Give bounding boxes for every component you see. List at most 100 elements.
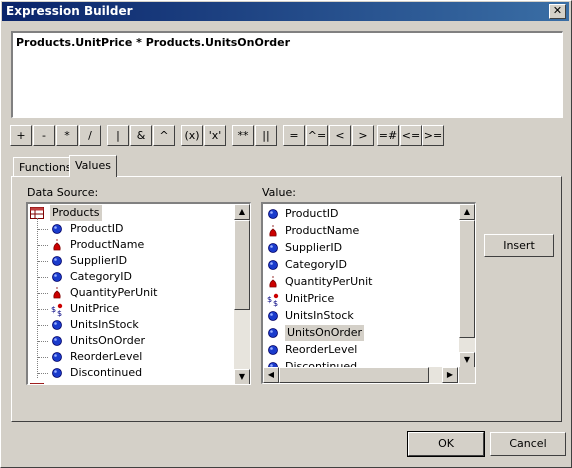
op-pipe-button[interactable]: | bbox=[107, 125, 129, 146]
op-equals-hash-button[interactable]: =# bbox=[377, 125, 399, 146]
op-greater-than-button[interactable]: > bbox=[352, 125, 374, 146]
tree-node-field[interactable]: $ $ UnitPrice bbox=[38, 301, 228, 318]
currency-field-icon: $ $ bbox=[267, 293, 279, 308]
scroll-up-button[interactable]: ▲ bbox=[459, 204, 475, 220]
close-button[interactable]: ✕ bbox=[549, 4, 566, 19]
svg-text:$: $ bbox=[267, 295, 272, 304]
numeric-field-icon bbox=[267, 310, 279, 322]
tree-node-field[interactable]: ProductName bbox=[38, 237, 228, 253]
value-item-label: ReorderLevel bbox=[285, 343, 358, 356]
numeric-field-icon bbox=[51, 335, 63, 347]
field-label: Discontinued bbox=[70, 366, 143, 379]
tree-branch-line bbox=[38, 341, 48, 342]
field-label: ReorderLevel bbox=[70, 350, 143, 363]
field-label: SupplierID bbox=[70, 254, 128, 267]
op-multiply-button[interactable]: * bbox=[56, 125, 78, 146]
tree-node-field[interactable]: ProductID bbox=[38, 221, 228, 237]
tree-node-field[interactable]: Discontinued bbox=[38, 365, 228, 381]
op-less-equal-button[interactable]: <= bbox=[400, 125, 422, 146]
value-item[interactable]: CategoryID bbox=[265, 257, 455, 273]
tree-branch-line bbox=[38, 293, 48, 294]
scroll-thumb[interactable] bbox=[234, 220, 250, 310]
scroll-up-button[interactable]: ▲ bbox=[234, 204, 250, 220]
numeric-field-icon bbox=[51, 351, 63, 363]
value-item[interactable]: UnitsOnOrder bbox=[265, 325, 455, 341]
numeric-field-icon bbox=[267, 327, 279, 339]
tree-node-field[interactable]: UnitsOnOrder bbox=[38, 333, 228, 349]
expression-text: Products.UnitPrice * Products.UnitsOnOrd… bbox=[16, 36, 291, 49]
scroll-left-button[interactable]: ◀ bbox=[263, 367, 279, 383]
scroll-thumb[interactable] bbox=[279, 367, 429, 383]
op-caret-button[interactable]: ^ bbox=[153, 125, 175, 146]
value-item-label: UnitsOnOrder bbox=[285, 325, 365, 341]
ok-button[interactable]: OK bbox=[407, 431, 485, 457]
svg-text:$: $ bbox=[57, 309, 62, 317]
field-label: UnitsInStock bbox=[70, 318, 139, 331]
tree-node-field[interactable]: ReorderLevel bbox=[38, 349, 228, 365]
tree-node-label: Products bbox=[50, 205, 102, 221]
data-source-tree[interactable]: Products ProductID ProductName SupplierID Ca… bbox=[26, 202, 251, 385]
op-power-button[interactable]: ** bbox=[232, 125, 254, 146]
op-greater-equal-button[interactable]: >= bbox=[422, 125, 444, 146]
data-source-label: Data Source: bbox=[27, 186, 99, 199]
tree-branch-line bbox=[38, 229, 48, 230]
value-item-label: UnitPrice bbox=[285, 292, 335, 305]
scroll-right-button[interactable]: ▶ bbox=[442, 367, 458, 383]
op-caret-equals-button[interactable]: ^= bbox=[306, 125, 328, 146]
tab-functions[interactable]: Functions bbox=[13, 157, 72, 177]
numeric-field-icon bbox=[51, 255, 63, 267]
tab-values[interactable]: Values bbox=[69, 155, 117, 177]
values-hscroll[interactable]: ◀ ▶ bbox=[263, 367, 458, 383]
op-quote-button[interactable]: 'x' bbox=[204, 125, 226, 146]
tree-node-field[interactable]: CategoryID bbox=[38, 269, 228, 285]
expression-textbox[interactable]: Products.UnitPrice * Products.UnitsOnOrd… bbox=[11, 31, 563, 118]
tree-branch-line bbox=[38, 277, 48, 278]
data-source-vscroll[interactable]: ▲ ▼ bbox=[234, 204, 250, 384]
op-concat-button[interactable]: || bbox=[255, 125, 277, 146]
value-item[interactable]: $ $ UnitPrice bbox=[265, 291, 455, 308]
value-item[interactable]: QuantityPerUnit bbox=[265, 274, 455, 290]
field-label: UnitPrice bbox=[70, 302, 120, 315]
scroll-down-button[interactable]: ▼ bbox=[234, 369, 250, 384]
value-item[interactable]: UnitsInStock bbox=[265, 308, 455, 324]
numeric-field-icon bbox=[267, 259, 279, 271]
svg-text:$: $ bbox=[273, 299, 278, 307]
numeric-field-icon bbox=[51, 319, 63, 331]
values-vscroll[interactable]: ▲ ▼ bbox=[459, 204, 475, 368]
table-icon bbox=[30, 383, 44, 384]
op-divide-button[interactable]: / bbox=[79, 125, 101, 146]
value-item-label: CategoryID bbox=[285, 258, 347, 271]
value-item[interactable]: ProductName bbox=[265, 223, 455, 239]
table-icon bbox=[30, 207, 44, 219]
numeric-field-icon bbox=[51, 223, 63, 235]
value-item[interactable]: ProductID bbox=[265, 206, 455, 222]
tree-branch-line bbox=[38, 357, 48, 358]
op-equals-button[interactable]: = bbox=[283, 125, 305, 146]
svg-text:$: $ bbox=[51, 305, 56, 314]
tree-node-field[interactable]: SupplierID bbox=[38, 253, 228, 269]
text-field-icon bbox=[267, 225, 279, 237]
tree-branch-line bbox=[38, 309, 48, 310]
field-label: UnitsOnOrder bbox=[70, 334, 146, 347]
tree-node-field[interactable]: QuantityPerUnit bbox=[38, 285, 228, 301]
op-paren-button[interactable]: (x) bbox=[181, 125, 203, 146]
op-less-than-button[interactable]: < bbox=[329, 125, 351, 146]
op-minus-button[interactable]: - bbox=[33, 125, 55, 146]
cancel-button[interactable]: Cancel bbox=[490, 432, 566, 456]
value-item-label: QuantityPerUnit bbox=[285, 275, 373, 288]
numeric-field-icon bbox=[267, 208, 279, 220]
scroll-thumb[interactable] bbox=[459, 220, 475, 338]
numeric-field-icon bbox=[51, 271, 63, 283]
insert-button[interactable]: Insert bbox=[484, 234, 554, 257]
value-item-label: UnitsInStock bbox=[285, 309, 354, 322]
field-label: QuantityPerUnit bbox=[70, 286, 158, 299]
title-bar[interactable]: Expression Builder ✕ bbox=[2, 2, 569, 21]
value-item[interactable]: ReorderLevel bbox=[265, 342, 455, 358]
op-ampersand-button[interactable]: & bbox=[130, 125, 152, 146]
tree-node-field[interactable]: UnitsInStock bbox=[38, 317, 228, 333]
scroll-down-button[interactable]: ▼ bbox=[459, 352, 475, 368]
value-item[interactable]: SupplierID bbox=[265, 240, 455, 256]
values-list[interactable]: ProductID ProductName SupplierID CategoryID… bbox=[261, 202, 476, 384]
op-plus-button[interactable]: + bbox=[10, 125, 32, 146]
value-item-label: ProductName bbox=[285, 224, 360, 237]
